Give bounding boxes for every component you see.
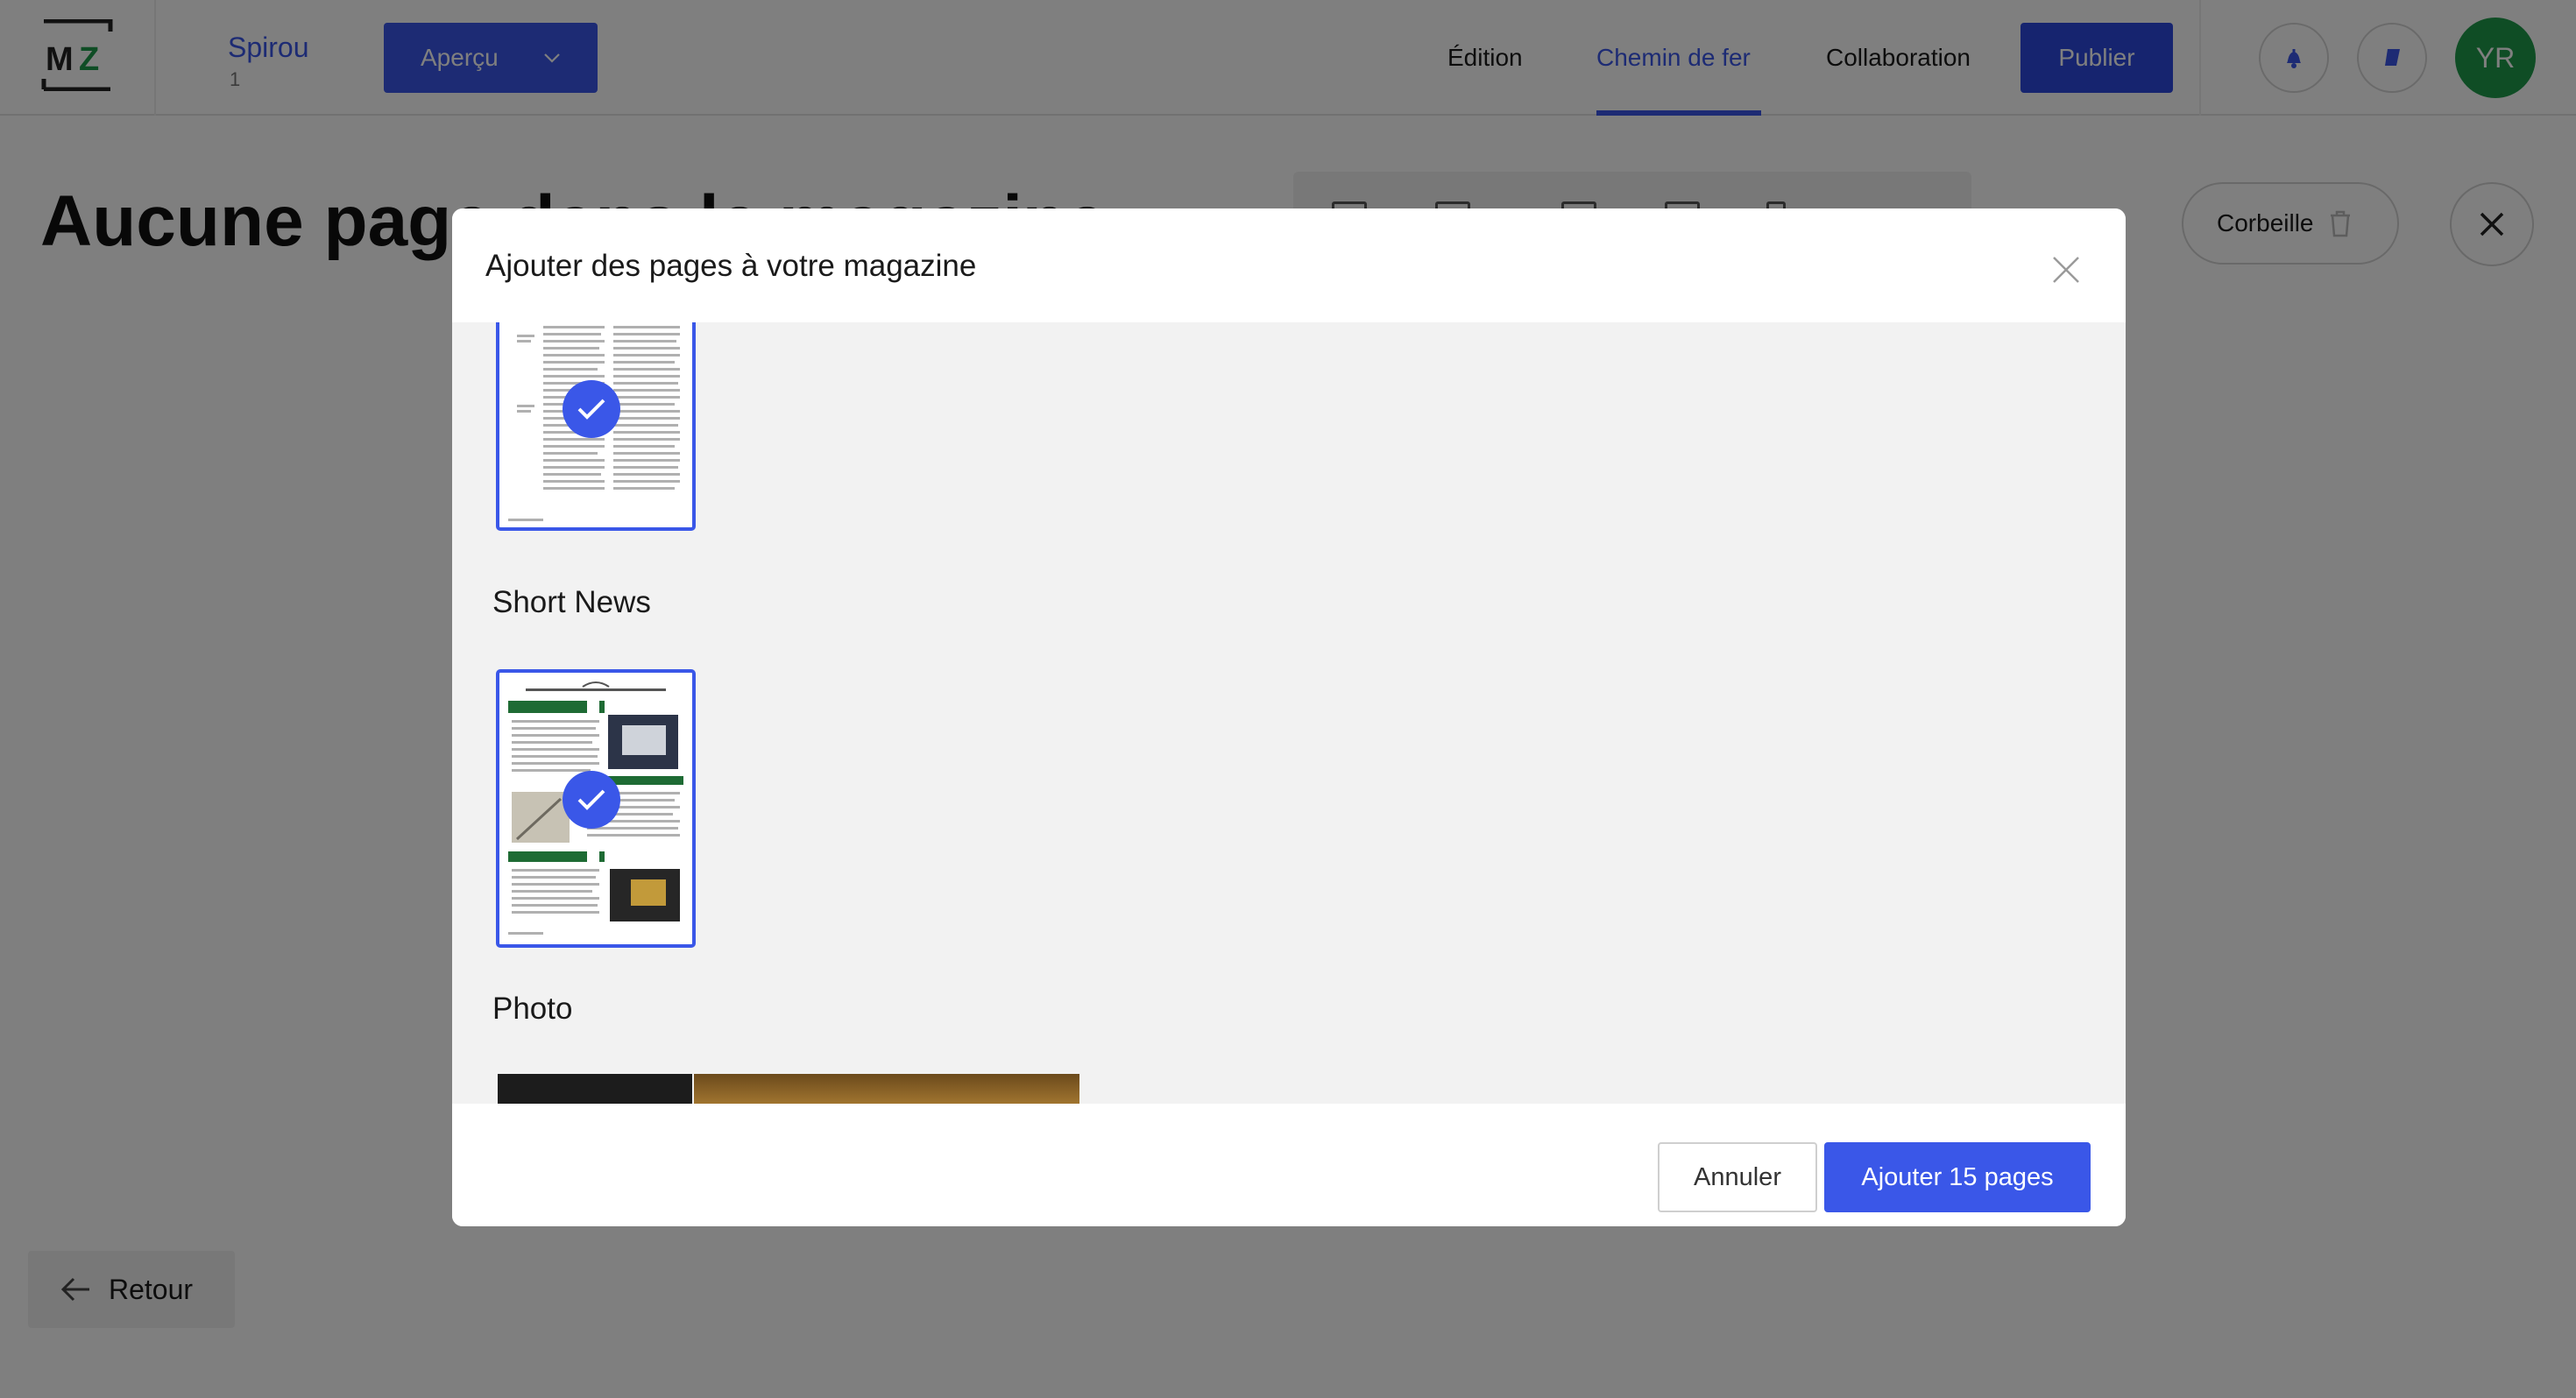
modal-title: Ajouter des pages à votre magazine (485, 249, 977, 283)
add-pages-modal: Ajouter des pages à votre magazine Short… (452, 208, 2126, 1226)
modal-header: Ajouter des pages à votre magazine (452, 208, 2126, 322)
selected-check-icon (563, 771, 620, 829)
modal-footer: Annuler Ajouter 15 pages (452, 1104, 2126, 1226)
template-thumbnail-photo[interactable] (498, 1074, 692, 1104)
section-title-short-news: Short News (492, 585, 651, 619)
section-title-photo: Photo (492, 992, 573, 1026)
template-thumbnail-short-news[interactable] (496, 669, 696, 948)
selected-check-icon (563, 380, 620, 438)
modal-template-list[interactable]: Short News Photo (452, 322, 2126, 1104)
add-pages-button[interactable]: Ajouter 15 pages (1824, 1142, 2091, 1212)
template-thumbnail-article[interactable] (496, 322, 696, 531)
template-thumbnail-photo-spread[interactable] (694, 1074, 1079, 1104)
close-icon[interactable] (2049, 252, 2084, 287)
cancel-button[interactable]: Annuler (1658, 1142, 1817, 1212)
